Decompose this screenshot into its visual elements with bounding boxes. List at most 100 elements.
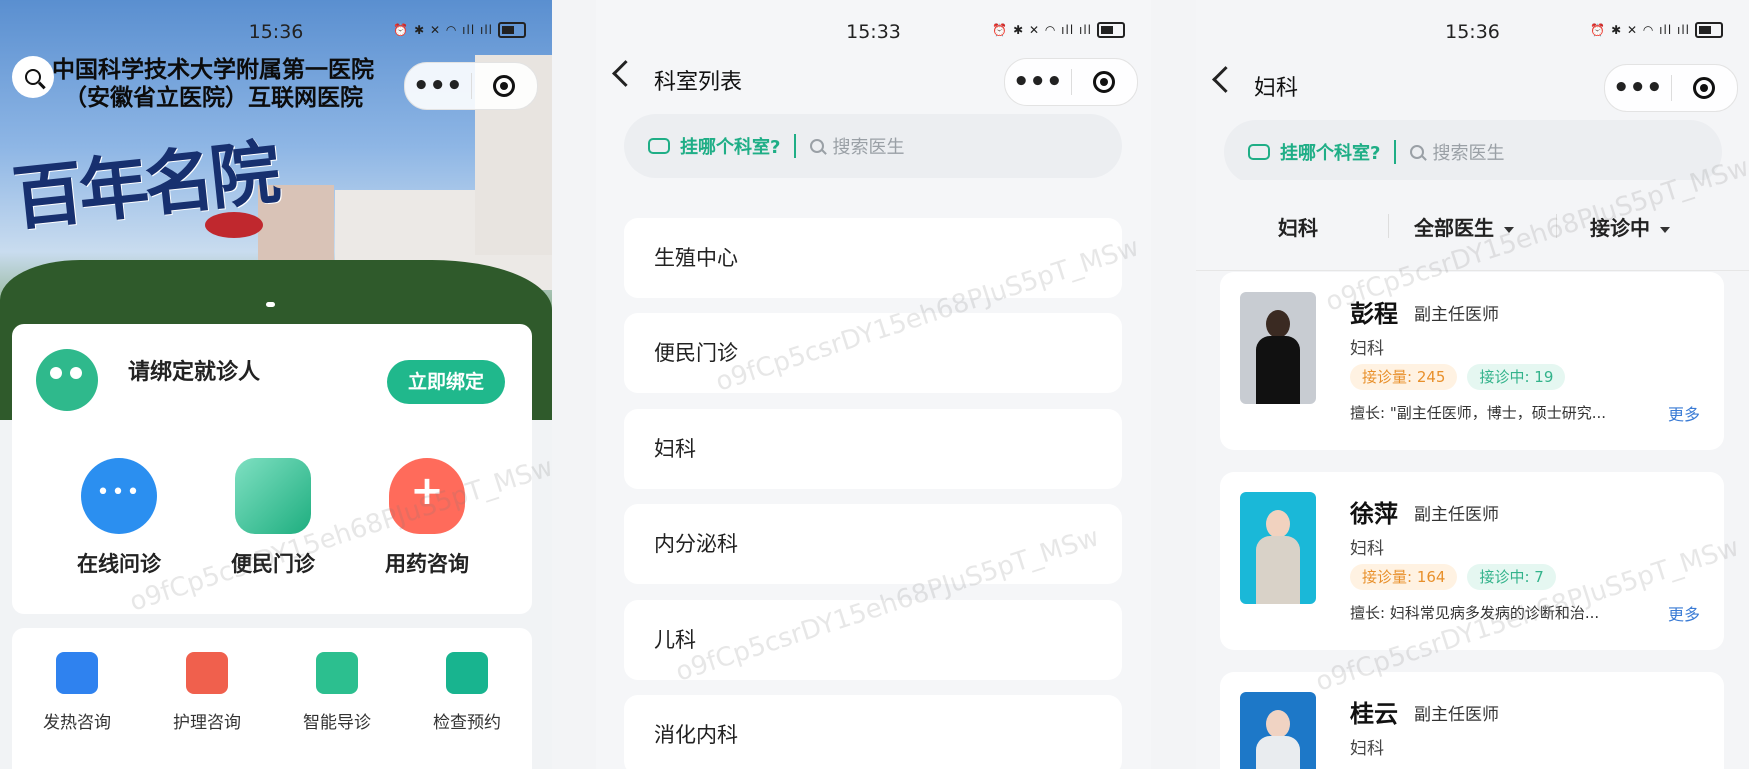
department-item[interactable]: 内分泌科: [624, 504, 1122, 584]
miniprogram-capsule: •••: [1604, 64, 1738, 112]
status-time: 15:33: [846, 21, 901, 43]
doctor-department: 妇科: [1350, 339, 1384, 359]
doctor-photo: [1240, 692, 1316, 769]
search-icon: [1410, 145, 1425, 159]
status-bar: 15:33 ⏰ ✱ ✕ ◠ ıll ıll: [596, 14, 1151, 50]
service-label: 护理咨询: [173, 713, 241, 733]
hospital-name-line2: （安徽省立医院）互联网医院: [64, 85, 363, 111]
service-label: 智能导诊: [303, 713, 371, 733]
department-list-screen: 15:33 ⏰ ✱ ✕ ◠ ıll ıll 科室列表 ••• 挂哪个科室? 搜索…: [596, 0, 1151, 769]
consult-count-badge: 接诊量: 245: [1350, 364, 1458, 390]
search-bar: 挂哪个科室? 搜索医生: [1224, 120, 1722, 184]
filter-department[interactable]: 妇科: [1278, 212, 1318, 241]
quick-services: 发热咨询 护理咨询 智能导诊 检查预约: [12, 628, 532, 769]
bind-prompt: 请绑定就诊人: [128, 360, 261, 385]
service-medication-consult[interactable]: 用药咨询: [362, 458, 492, 578]
caret-down-icon: [1660, 226, 1670, 233]
page-title: 科室列表: [654, 70, 743, 95]
active-count-badge: 接诊中: 7: [1467, 564, 1556, 590]
department-guide-link[interactable]: 挂哪个科室?: [624, 133, 780, 159]
bind-now-button[interactable]: 立即绑定: [387, 360, 505, 404]
search-placeholder: 搜索医生: [832, 137, 905, 158]
more-link[interactable]: 更多: [1668, 601, 1700, 625]
status-bar: 15:36 ⏰ ✱ ✕ ◠ ıll ıll: [0, 14, 552, 50]
chat-bubble-icon: [81, 458, 157, 534]
pulse-monitor-icon: [446, 652, 488, 694]
more-link[interactable]: 更多: [1668, 401, 1700, 425]
doctor-search-input[interactable]: 搜索医生: [1410, 139, 1504, 165]
status-bar: 15:36 ⏰ ✱ ✕ ◠ ıll ıll: [1196, 14, 1749, 50]
doctor-name: 桂云: [1350, 700, 1398, 728]
department-item[interactable]: 妇科: [624, 409, 1122, 489]
bind-patient-card: 请绑定就诊人 立即绑定 在线问诊 便民门诊 用药咨询: [12, 324, 532, 614]
close-miniprogram-button[interactable]: [472, 75, 538, 97]
doctor-list-screen: 15:36 ⏰ ✱ ✕ ◠ ıll ıll 妇科 ••• 挂哪个科室? 搜索医生…: [1196, 0, 1749, 769]
service-smart-guide[interactable]: 智能导诊: [282, 652, 392, 733]
medical-kit-icon: [56, 652, 98, 694]
home-screen: 百年名院 15:36 ⏰ ✱ ✕ ◠ ıll ıll 中国科学技术大学附属第一医…: [0, 0, 552, 769]
filter-label: 全部医生: [1414, 216, 1494, 240]
doctor-stats: 接诊量: 245 接诊中: 19: [1350, 364, 1566, 390]
department-item[interactable]: 儿科: [624, 600, 1122, 680]
service-nursing-consult[interactable]: 护理咨询: [152, 652, 262, 733]
service-exam-booking[interactable]: 检查预约: [412, 652, 522, 733]
mascot-icon: [36, 349, 98, 411]
department-guide-link[interactable]: 挂哪个科室?: [1224, 139, 1380, 165]
department-item[interactable]: 消化内科: [624, 695, 1122, 769]
close-miniprogram-button[interactable]: [1072, 71, 1138, 93]
robot-icon: [1248, 144, 1270, 160]
back-arrow-icon[interactable]: [1212, 66, 1239, 93]
service-label: 发热咨询: [43, 713, 111, 733]
doctor-title: 副主任医师: [1414, 705, 1499, 725]
doctor-search-input[interactable]: 搜索医生: [810, 133, 904, 159]
filter-doctor[interactable]: 全部医生: [1414, 212, 1514, 241]
more-menu-icon[interactable]: •••: [1005, 69, 1071, 95]
filter-label: 接诊中: [1590, 216, 1650, 240]
search-icon: [25, 69, 41, 85]
service-convenience-clinic[interactable]: 便民门诊: [208, 458, 338, 578]
battery-icon: [1097, 22, 1125, 38]
department-item[interactable]: 生殖中心: [624, 218, 1122, 298]
robot-icon: [316, 652, 358, 694]
battery-icon: [498, 22, 526, 38]
service-label: 用药咨询: [385, 552, 469, 576]
record-icon: [1693, 77, 1716, 99]
service-online-consult[interactable]: 在线问诊: [54, 458, 184, 578]
hospital-name: 中国科学技术大学附属第一医院 （安徽省立医院）互联网医院: [52, 56, 374, 112]
doctor-department: 妇科: [1350, 539, 1384, 559]
doctor-card[interactable]: 桂云 副主任医师 妇科: [1220, 672, 1724, 769]
doctor-title: 副主任医师: [1414, 305, 1499, 325]
doctor-photo: [1240, 292, 1316, 404]
seal-stamp: [205, 212, 263, 238]
status-time: 15:36: [1445, 21, 1500, 43]
service-label: 检查预约: [433, 713, 501, 733]
search-icon: [810, 139, 825, 153]
doctor-card[interactable]: 彭程 副主任医师 妇科 接诊量: 245 接诊中: 19 擅长: "副主任医师，…: [1220, 272, 1724, 450]
status-icons: ⏰ ✱ ✕ ◠ ıll ıll: [992, 22, 1125, 38]
robot-icon: [648, 138, 670, 154]
doctor-photo: [1240, 492, 1316, 604]
department-item[interactable]: 便民门诊: [624, 313, 1122, 393]
consult-count-badge: 接诊量: 164: [1350, 564, 1458, 590]
more-menu-icon[interactable]: •••: [1605, 75, 1671, 101]
caret-down-icon: [1504, 226, 1514, 233]
miniprogram-capsule: •••: [1004, 58, 1138, 106]
battery-icon: [1695, 22, 1723, 38]
service-label: 在线问诊: [77, 552, 161, 576]
more-menu-icon[interactable]: •••: [405, 73, 471, 99]
doctor-department: 妇科: [1350, 739, 1384, 759]
doctor-stats: 接诊量: 164 接诊中: 7: [1350, 564, 1556, 590]
doctor-title: 副主任医师: [1414, 505, 1499, 525]
back-arrow-icon[interactable]: [612, 60, 639, 87]
close-miniprogram-button[interactable]: [1672, 77, 1738, 99]
banner-pager-dot[interactable]: [266, 302, 275, 307]
doctor-card[interactable]: 徐萍 副主任医师 妇科 接诊量: 164 接诊中: 7 擅长: 妇科常见病多发病…: [1220, 472, 1724, 650]
status-icons: ⏰ ✱ ✕ ◠ ıll ıll: [1590, 22, 1723, 38]
guide-label: 挂哪个科室?: [1280, 143, 1381, 164]
filter-status[interactable]: 接诊中: [1590, 212, 1670, 241]
guide-label: 挂哪个科室?: [680, 137, 781, 158]
doctor-name: 彭程: [1350, 300, 1398, 328]
service-fever-consult[interactable]: 发热咨询: [22, 652, 132, 733]
active-count-badge: 接诊中: 19: [1467, 364, 1566, 390]
search-button[interactable]: [12, 56, 54, 98]
